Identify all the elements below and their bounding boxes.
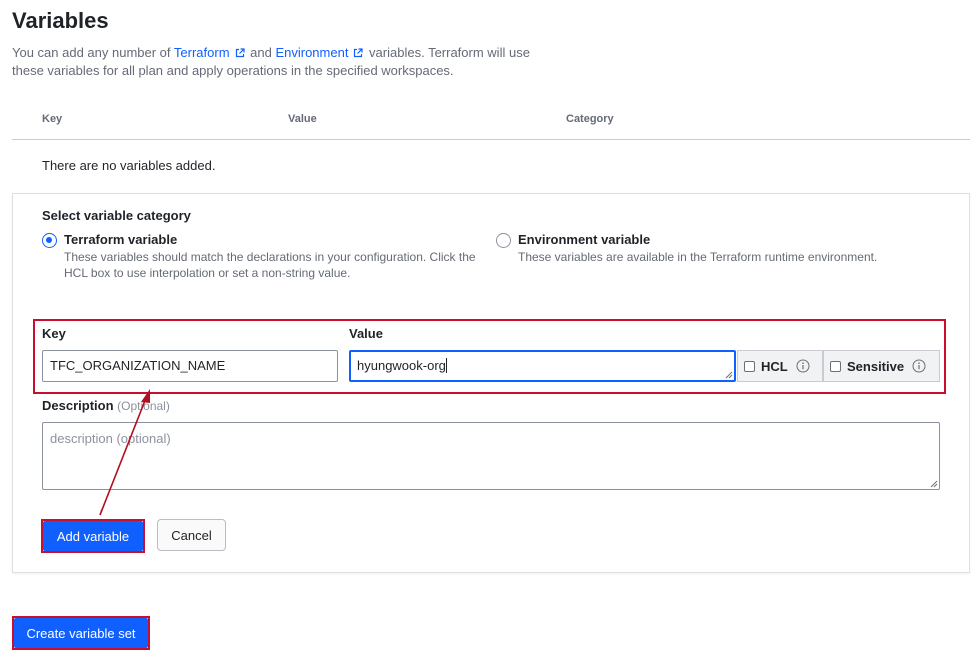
hcl-checkbox[interactable] — [744, 360, 755, 372]
external-link-icon[interactable] — [353, 48, 364, 58]
value-label: Value — [349, 326, 383, 341]
option-title-environment: Environment variable — [518, 232, 651, 247]
text-caret — [445, 358, 447, 373]
hcl-label: HCL — [761, 358, 788, 374]
resize-handle-icon[interactable] — [930, 480, 938, 488]
empty-message: There are no variables added. — [42, 158, 216, 173]
intro-middle: and — [246, 45, 276, 60]
description-label: Description (Optional) — [42, 398, 170, 413]
option-title-terraform: Terraform variable — [64, 232, 178, 247]
key-input[interactable]: TFC_ORGANIZATION_NAME — [42, 350, 338, 382]
external-link-icon[interactable] — [235, 48, 245, 58]
column-header-category: Category — [566, 113, 614, 125]
column-header-value: Value — [288, 113, 317, 125]
option-desc-environment: These variables are available in the Ter… — [518, 250, 878, 264]
key-label: Key — [42, 326, 66, 341]
environment-link[interactable]: Environment — [275, 45, 348, 60]
sensitive-checkbox[interactable] — [830, 360, 841, 372]
intro-prefix: You can add any number of — [12, 45, 174, 60]
info-icon[interactable] — [796, 359, 810, 373]
info-icon[interactable] — [912, 359, 926, 373]
terraform-link[interactable]: Terraform — [174, 45, 230, 60]
resize-handle-icon[interactable] — [725, 371, 733, 379]
radio-environment-variable[interactable] — [496, 233, 511, 248]
option-desc-terraform: These variables should match the declara… — [64, 250, 476, 280]
cancel-button[interactable]: Cancel — [157, 519, 226, 551]
radio-terraform-variable[interactable] — [42, 233, 57, 248]
key-input-value: TFC_ORGANIZATION_NAME — [50, 358, 226, 373]
intro-text: You can add any number of Terraform and … — [12, 44, 532, 80]
description-label-text: Description — [42, 398, 114, 413]
description-placeholder: description (optional) — [50, 431, 171, 446]
sensitive-label: Sensitive — [847, 358, 905, 374]
table-header-divider — [12, 139, 970, 140]
add-variable-button[interactable]: Add variable — [43, 521, 143, 551]
sensitive-toggle[interactable]: Sensitive — [823, 350, 940, 382]
page-title: Variables — [12, 8, 109, 33]
create-variable-set-button[interactable]: Create variable set — [14, 618, 148, 648]
value-input-value: hyungwook-org — [357, 358, 446, 373]
hcl-toggle[interactable]: HCL — [737, 350, 823, 382]
description-optional: (Optional) — [117, 399, 170, 413]
value-input[interactable]: hyungwook-org — [349, 350, 736, 382]
column-header-key: Key — [42, 113, 63, 125]
category-label: Select variable category — [42, 208, 191, 223]
description-textarea[interactable]: description (optional) — [42, 422, 940, 490]
